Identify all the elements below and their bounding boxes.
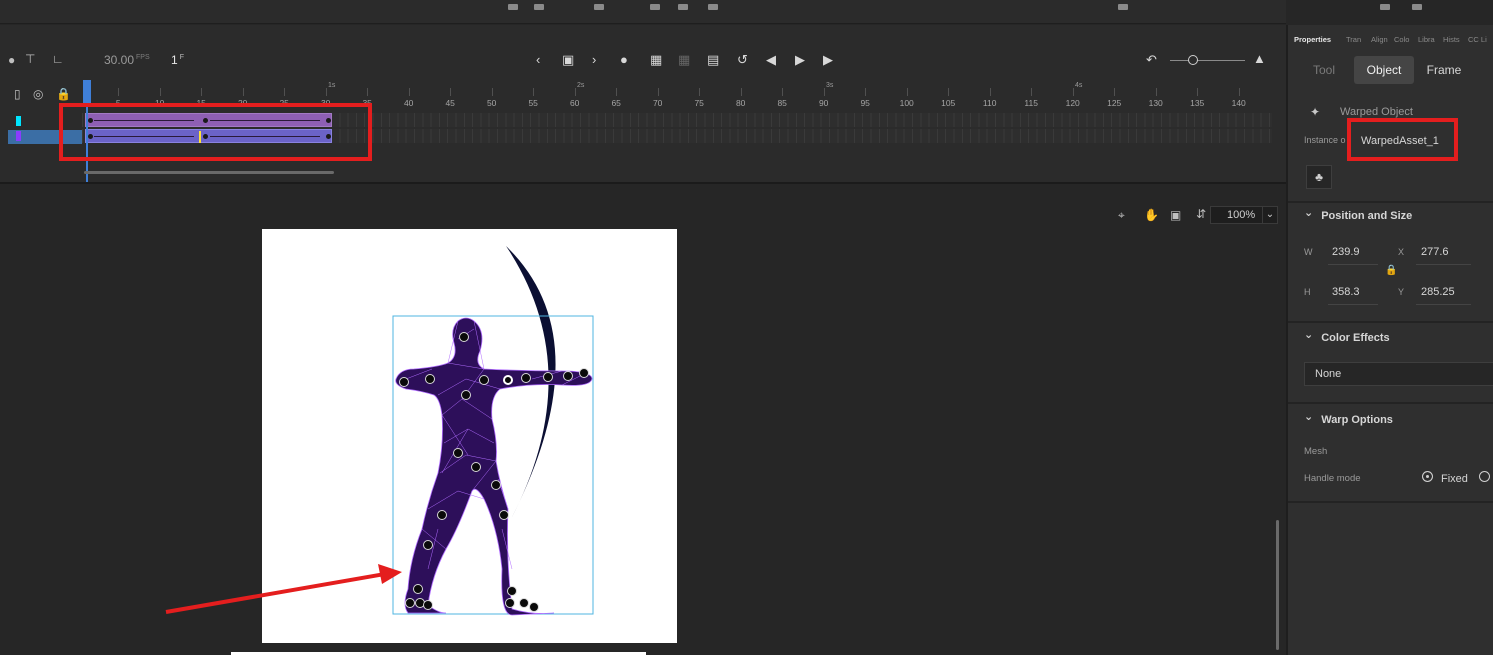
annotation-highlight-instance bbox=[1347, 118, 1458, 161]
tab-library[interactable]: Libra bbox=[1418, 35, 1435, 44]
y-underline bbox=[1416, 304, 1471, 305]
tab-frame[interactable]: Frame bbox=[1414, 56, 1474, 84]
tab-object[interactable]: Object bbox=[1354, 56, 1414, 84]
w-underline bbox=[1328, 264, 1378, 265]
panel-mode-switch: Tool Object Frame bbox=[1294, 56, 1490, 84]
tab-transform[interactable]: Tran bbox=[1346, 35, 1361, 44]
x-value[interactable]: 277.6 bbox=[1421, 246, 1449, 258]
x-underline bbox=[1416, 264, 1471, 265]
tab-cc-libraries[interactable]: CC Li bbox=[1468, 35, 1487, 44]
divider bbox=[1288, 501, 1493, 503]
divider bbox=[1288, 402, 1493, 404]
tab-color[interactable]: Colo bbox=[1394, 35, 1409, 44]
color-effect-select[interactable]: None bbox=[1304, 362, 1493, 386]
panel-tabs: Properties Tran Align Colo Libra Hists C… bbox=[1288, 25, 1493, 47]
color-effects-header[interactable]: Color Effects bbox=[1304, 331, 1389, 344]
h-value[interactable]: 358.3 bbox=[1332, 286, 1360, 298]
h-underline bbox=[1328, 304, 1378, 305]
warp-options-header[interactable]: Warp Options bbox=[1304, 413, 1393, 426]
y-label: Y bbox=[1398, 287, 1405, 297]
w-label: W bbox=[1304, 247, 1313, 257]
divider bbox=[1288, 321, 1493, 323]
position-size-header[interactable]: Position and Size bbox=[1304, 209, 1412, 222]
tab-align[interactable]: Align bbox=[1371, 35, 1388, 44]
tab-tool[interactable]: Tool bbox=[1294, 56, 1354, 84]
handle-mode-label: Handle mode bbox=[1304, 473, 1361, 484]
tab-history[interactable]: Hists bbox=[1443, 35, 1460, 44]
swap-symbol-button[interactable]: ♣ bbox=[1306, 165, 1332, 189]
warped-object-icon: ✦ bbox=[1310, 105, 1321, 119]
fixed-radio[interactable] bbox=[1422, 471, 1433, 482]
divider bbox=[1288, 201, 1493, 203]
object-type-label: Warped Object bbox=[1340, 106, 1413, 118]
other-mode-radio[interactable] bbox=[1479, 471, 1490, 482]
y-value[interactable]: 285.25 bbox=[1421, 286, 1455, 298]
w-value[interactable]: 239.9 bbox=[1332, 246, 1360, 258]
mesh-label: Mesh bbox=[1304, 446, 1328, 457]
x-label: X bbox=[1398, 247, 1405, 257]
h-label: H bbox=[1304, 287, 1311, 297]
fixed-label: Fixed bbox=[1441, 473, 1468, 485]
properties-panel: Properties Tran Align Colo Libra Hists C… bbox=[1286, 25, 1493, 655]
lock-aspect-icon[interactable]: 🔒 bbox=[1385, 265, 1397, 276]
tab-properties[interactable]: Properties bbox=[1294, 35, 1331, 44]
annotation-arrow bbox=[165, 564, 402, 614]
instance-label: Instance o bbox=[1304, 135, 1346, 145]
